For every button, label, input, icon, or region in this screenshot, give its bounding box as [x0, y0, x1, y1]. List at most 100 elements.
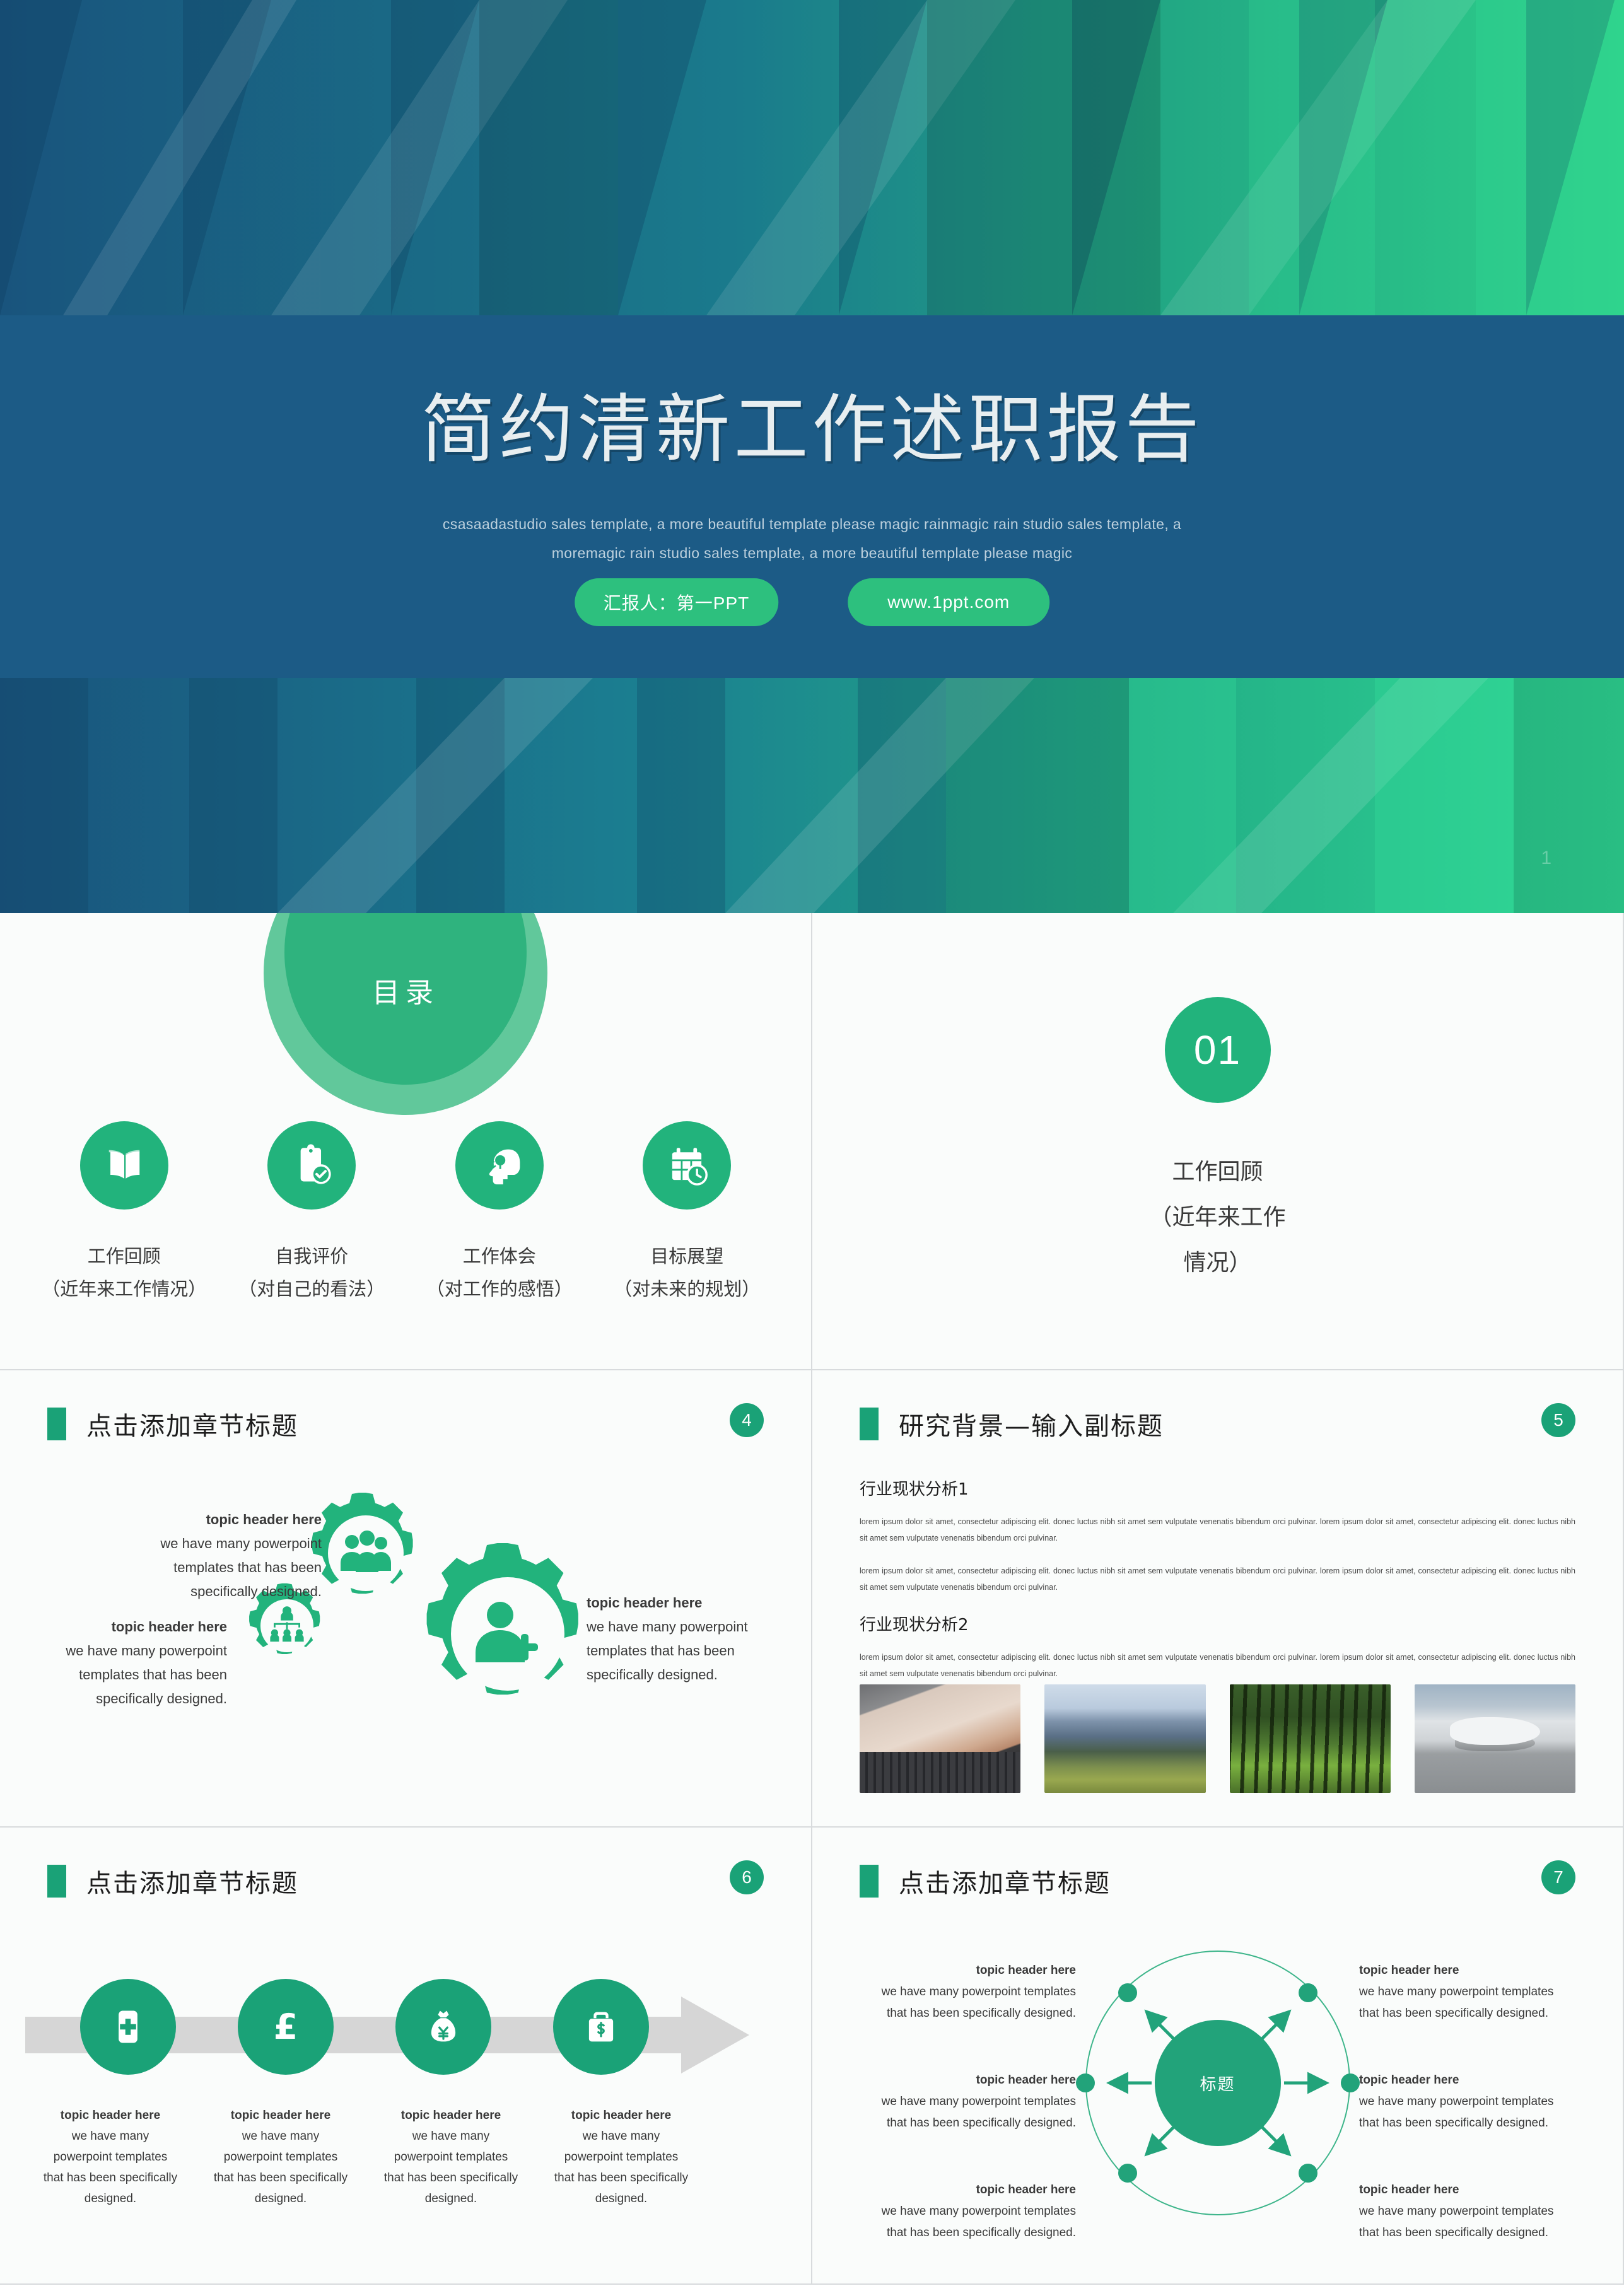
toc-item-subtitle: （对自己的看法）: [238, 1278, 385, 1300]
radial-left-block-3-line-1: we have many powerpoint templates: [881, 2205, 1076, 2218]
gear-diagram: topic header here we have many powerpoin…: [0, 1471, 811, 1824]
process-step-1-line-2: powerpoint templates: [53, 2150, 168, 2164]
process-step-4-line-4: designed.: [595, 2192, 648, 2205]
radial-node-4[interactable]: [1340, 2073, 1360, 2092]
process-step-caption-4: topic header here we have many powerpoin…: [536, 2105, 706, 2209]
laptop-phone-photo: [860, 1684, 1021, 1793]
radial-node-2[interactable]: [1298, 1983, 1317, 2002]
toc-item-title: 工作体会: [462, 1245, 536, 1267]
title-subtitle-line-2: studio sales template, a more beautiful …: [659, 545, 1073, 561]
process-slide-header: 点击添加章节标题: [47, 1863, 298, 1899]
gear-block-3-line-2: templates that has been: [587, 1643, 735, 1659]
pound-sign-icon[interactable]: £: [238, 1979, 334, 2075]
radial-right-block-2-header: topic header here: [1359, 2073, 1459, 2087]
gear-slide: 点击添加章节标题 4 topic header here we have man…: [0, 1370, 812, 1828]
toc-item-self-evaluation[interactable]: 自我评价 （对自己的看法）: [218, 1121, 406, 1305]
process-step-icons: £: [49, 1979, 680, 2075]
section-title: 工作回顾 （近年来工作 情况）: [1123, 1150, 1312, 1286]
research-section-2-title: 行业现状分析2: [860, 1616, 969, 1635]
process-step-1-header: topic header here: [60, 2109, 161, 2122]
open-book-icon-svg: [108, 1150, 140, 1179]
radial-right-block-3: topic header here we have many powerpoin…: [1359, 2179, 1592, 2244]
first-aid-kit-icon[interactable]: [80, 1979, 176, 2075]
gear-slide-title: 点击添加章节标题: [86, 1412, 298, 1441]
toc-item-goal-outlook[interactable]: 目标展望 （对未来的规划）: [593, 1121, 781, 1305]
first-aid-kit-icon-svg: [119, 2010, 137, 2043]
radial-left-block-2-line-1: we have many powerpoint templates: [881, 2095, 1076, 2108]
radial-left-block-3-header: topic header here: [976, 2183, 1076, 2196]
process-step-4-header: topic header here: [571, 2109, 672, 2122]
section-number-badge: 01: [1164, 996, 1271, 1103]
clipboard-check-icon-svg: [300, 1144, 331, 1184]
gear-block-1-line-1: we have many powerpoint: [160, 1536, 322, 1551]
website-pill[interactable]: www.1ppt.com: [848, 578, 1050, 626]
header-accent-mark: [860, 1408, 879, 1440]
process-slide-title: 点击添加章节标题: [86, 1869, 298, 1898]
forest-photo: [1229, 1684, 1391, 1793]
research-slide-page-number: 5: [1541, 1403, 1575, 1437]
gear-text-block-3: topic header here we have many powerpoin…: [587, 1591, 782, 1687]
toc-item-title: 工作回顾: [87, 1245, 161, 1267]
gear-slide-page-number: 4: [730, 1403, 764, 1437]
radial-slide-header: 点击添加章节标题: [860, 1863, 1111, 1899]
title-pill-row: 汇报人：第一PPT www.1ppt.com: [574, 578, 1050, 626]
toc-item-work-experience[interactable]: 工作体会 （对工作的感悟）: [406, 1121, 593, 1305]
research-image-row: [860, 1684, 1575, 1793]
title-background-bottom-pattern: [0, 678, 1624, 913]
radial-slide-page-number: 7: [1541, 1860, 1575, 1894]
gear-block-1-line-3: specifically designed.: [190, 1583, 322, 1599]
research-slide-title: 研究背景—输入副标题: [899, 1412, 1164, 1441]
research-section-1-paragraph-2: lorem ipsum dolor sit amet, consectetur …: [860, 1566, 1575, 1592]
section-title-line-2: （近年来工作: [1149, 1204, 1286, 1230]
radial-diagram: 标题: [1075, 1951, 1360, 2215]
process-step-1-line-4: designed.: [84, 2192, 137, 2205]
process-step-1-line-3: that has been specifically: [43, 2171, 178, 2184]
radial-node-5[interactable]: [1118, 2164, 1137, 2183]
process-step-1-line-1: we have many: [71, 2130, 149, 2143]
radial-left-block-1-header: topic header here: [976, 1964, 1076, 1977]
radial-right-block-2: topic header here we have many powerpoin…: [1359, 2070, 1592, 2134]
process-step-3-line-3: that has been specifically: [383, 2171, 518, 2184]
calendar-clock-icon-svg: [672, 1148, 708, 1186]
gear-block-3-header: topic header here: [587, 1595, 703, 1611]
slide-grid: 目录 工作回顾 （近年来工作情况） 自我评价 （对自己的看法） 工作体会 （对工…: [0, 913, 1624, 2285]
process-step-3-line-1: we have many: [412, 2130, 490, 2143]
radial-right-text-blocks: topic header here we have many powerpoin…: [1359, 1960, 1592, 2244]
mountain-ridge-photo: [1044, 1684, 1206, 1793]
radial-left-block-2-line-2: that has been specifically designed.: [887, 2116, 1076, 2130]
radial-node-3[interactable]: [1075, 2073, 1095, 2092]
header-accent-mark: [47, 1408, 66, 1440]
gear-slide-header: 点击添加章节标题: [47, 1406, 298, 1442]
process-step-caption-2: topic header here we have many powerpoin…: [196, 2105, 366, 2209]
calendar-clock-icon: [643, 1121, 732, 1210]
toc-item-subtitle: （对未来的规划）: [614, 1278, 761, 1300]
airplane-photo: [1414, 1684, 1575, 1793]
research-section-2-paragraph-1: lorem ipsum dolor sit amet, consectetur …: [860, 1653, 1575, 1678]
radial-right-block-2-line-2: that has been specifically designed.: [1359, 2116, 1548, 2130]
title-page-number: 1: [1541, 848, 1551, 868]
radial-slide: 点击添加章节标题 7 标题 topic header here we have …: [812, 1828, 1624, 2285]
radial-left-block-3-line-2: that has been specifically designed.: [887, 2226, 1076, 2239]
process-step-3-line-2: powerpoint templates: [394, 2150, 508, 2164]
radial-right-block-3-header: topic header here: [1359, 2183, 1459, 2196]
briefcase-dollar-icon-svg: [588, 2012, 614, 2042]
presenter-pill[interactable]: 汇报人：第一PPT: [574, 578, 779, 626]
gear-block-2-header: topic header here: [111, 1619, 227, 1635]
process-step-2-line-3: that has been specifically: [213, 2171, 348, 2184]
section-title-line-3: 情况）: [1183, 1249, 1252, 1276]
radial-node-6[interactable]: [1298, 2164, 1317, 2183]
chevron-pattern-bottom-svg: [0, 678, 1624, 913]
briefcase-dollar-icon[interactable]: [553, 1979, 649, 2075]
process-step-2-line-2: powerpoint templates: [223, 2150, 338, 2164]
process-slide: 点击添加章节标题 6 £ topic header here we have m…: [0, 1828, 812, 2285]
chevron-pattern-top-svg: [0, 0, 1624, 315]
money-bag-yen-icon[interactable]: [395, 1979, 491, 2075]
process-step-caption-3: topic header here we have many powerpoin…: [366, 2105, 536, 2209]
process-step-3-line-4: designed.: [424, 2192, 477, 2205]
radial-right-block-3-line-1: we have many powerpoint templates: [1359, 2205, 1554, 2218]
radial-node-1[interactable]: [1118, 1983, 1137, 2002]
open-book-icon: [79, 1121, 168, 1210]
toc-item-work-review[interactable]: 工作回顾 （近年来工作情况）: [30, 1121, 218, 1305]
gear-block-1-header: topic header here: [206, 1512, 322, 1527]
process-step-4-line-1: we have many: [582, 2130, 660, 2143]
